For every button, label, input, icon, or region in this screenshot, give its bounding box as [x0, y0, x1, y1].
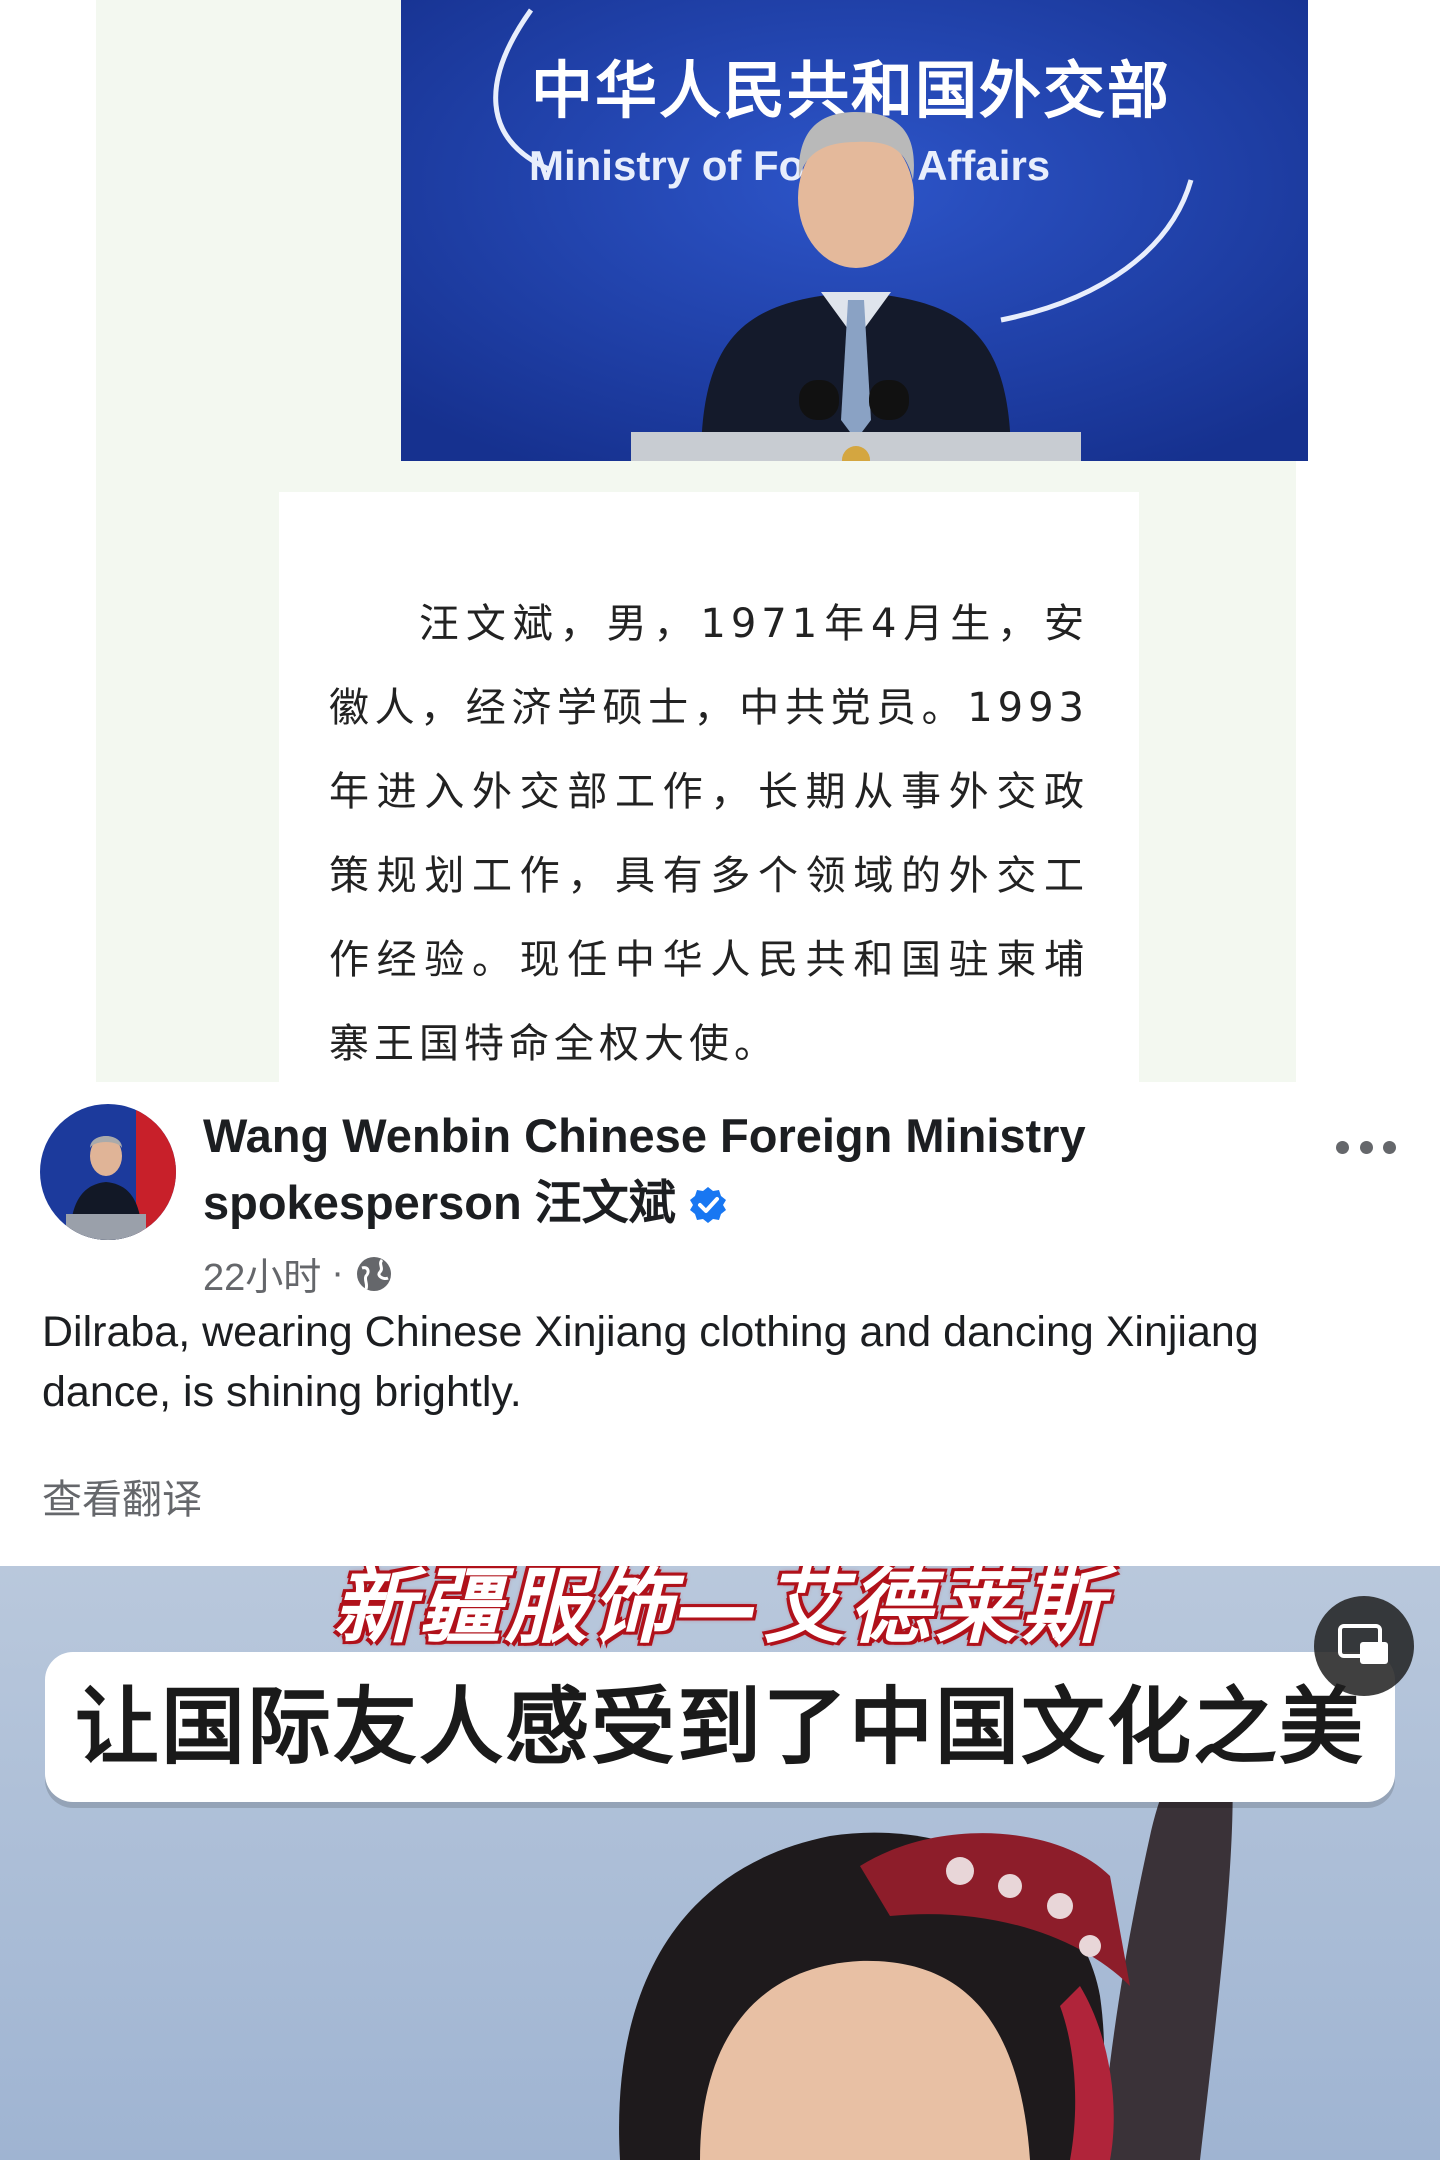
post: Wang Wenbin Chinese Foreign Ministry spo…	[0, 1082, 1440, 1552]
video-subtitle-box: 让国际友人感受到了中国文化之美	[45, 1652, 1395, 1802]
post-meta: 22小时 ·	[203, 1246, 394, 1301]
post-text: Dilraba, wearing Chinese Xinjiang clothi…	[42, 1308, 1259, 1416]
globe-icon[interactable]	[354, 1254, 394, 1294]
see-translation-link[interactable]: 查看翻译	[42, 1467, 202, 1525]
press-conference-photo: 中华人民共和国外交部 Ministry of Foreign Affairs	[401, 0, 1308, 461]
more-options-icon[interactable]	[1336, 1127, 1396, 1167]
verified-badge-icon	[689, 1187, 726, 1223]
avatar[interactable]	[40, 1104, 176, 1240]
biography-text: 汪文斌，男，1971年4月生，安徽人，经济学硕士，中共党员。1993年进入外交部…	[329, 601, 1089, 1067]
logo-english: Ministry of Foreign Affairs	[529, 142, 1050, 189]
biography-box: 汪文斌，男，1971年4月生，安徽人，经济学硕士，中共党员。1993年进入外交部…	[279, 492, 1139, 1082]
author-name-text[interactable]: Wang Wenbin Chinese Foreign Ministry spo…	[203, 1109, 1086, 1229]
article-card: 中华人民共和国外交部 Ministry of Foreign Affairs 汪…	[96, 0, 1308, 1082]
author-name[interactable]: Wang Wenbin Chinese Foreign Ministry spo…	[203, 1102, 1183, 1236]
picture-in-picture-icon[interactable]	[1314, 1596, 1414, 1696]
post-time[interactable]: 22小时	[203, 1246, 321, 1301]
meta-separator: ·	[331, 1252, 344, 1294]
video-subtitle: 让国际友人感受到了中国文化之美	[74, 1678, 1365, 1776]
video-player[interactable]: 新疆服饰—艾德莱斯 让国际友人感受到了中国文化之美	[0, 1566, 1440, 2160]
video-top-caption: 新疆服饰—艾德莱斯	[333, 1566, 1107, 1655]
